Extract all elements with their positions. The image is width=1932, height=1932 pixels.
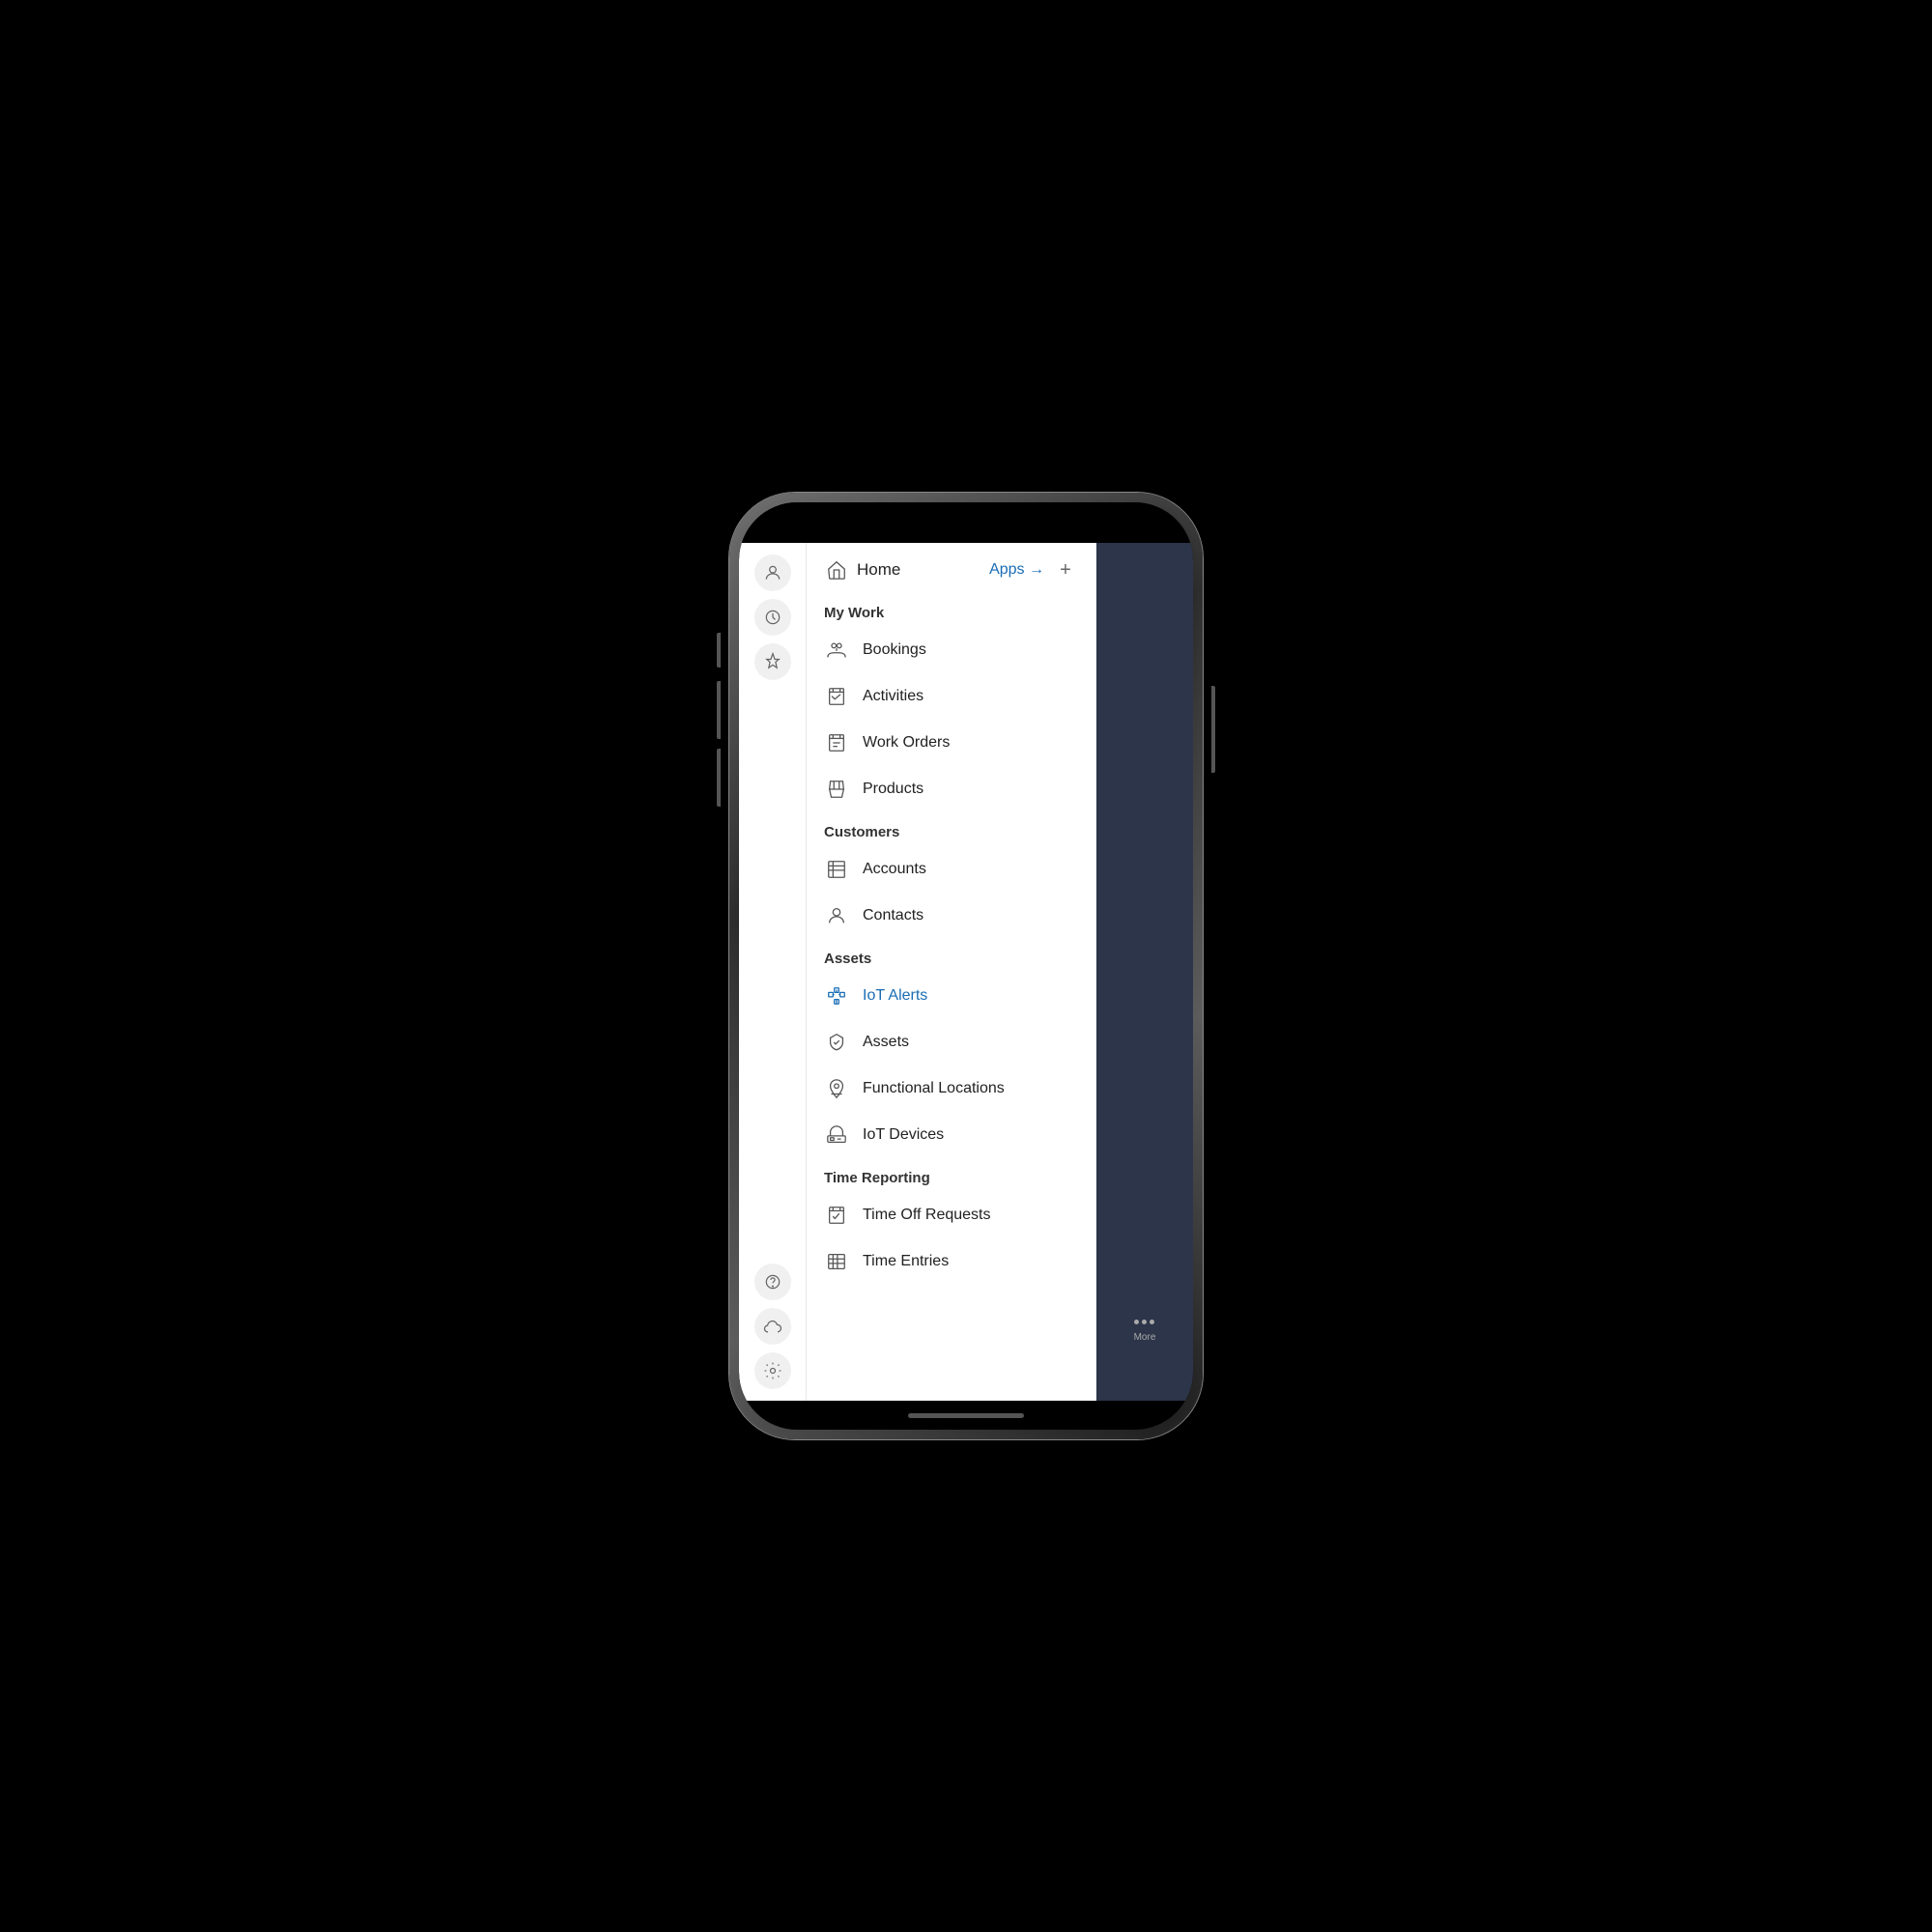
person-icon — [763, 563, 782, 582]
menu-item-work-orders[interactable]: Work Orders — [807, 720, 1096, 766]
products-icon-wrap — [824, 777, 849, 802]
contacts-icon-wrap — [824, 903, 849, 928]
menu-item-functional-locations[interactable]: Functional Locations — [807, 1065, 1096, 1112]
menu-item-products[interactable]: Products — [807, 766, 1096, 812]
apps-link[interactable]: Apps → — [989, 561, 1044, 579]
sidebar-pin-icon[interactable] — [754, 643, 791, 680]
more-label[interactable]: More — [1134, 1332, 1156, 1343]
menu-item-bookings[interactable]: Bookings — [807, 627, 1096, 673]
bookings-label: Bookings — [863, 641, 926, 659]
menu-item-iot-devices[interactable]: IoT Devices — [807, 1112, 1096, 1158]
time-entries-icon — [826, 1251, 847, 1272]
menu-item-accounts[interactable]: Accounts — [807, 846, 1096, 893]
section-time-reporting: Time Reporting — [807, 1158, 1096, 1192]
sidebar-cloud-icon[interactable] — [754, 1308, 791, 1345]
home-indicator-bar — [739, 1401, 1193, 1430]
power-button[interactable] — [1211, 686, 1215, 773]
right-panel: More — [1096, 543, 1193, 1401]
volume-up-button[interactable] — [717, 681, 721, 739]
products-label: Products — [863, 781, 923, 798]
dots-menu — [1134, 1320, 1154, 1324]
sidebar-settings-icon[interactable] — [754, 1352, 791, 1389]
activities-icon-wrap — [824, 684, 849, 709]
time-entries-label: Time Entries — [863, 1253, 949, 1270]
menu-item-time-off-requests[interactable]: Time Off Requests — [807, 1192, 1096, 1238]
screen-content: Home Apps → + My Work — [739, 502, 1193, 1430]
volume-down-button[interactable] — [717, 749, 721, 807]
functional-locations-icon-wrap — [824, 1076, 849, 1101]
dot3 — [1150, 1320, 1154, 1324]
functional-locations-label: Functional Locations — [863, 1080, 1005, 1097]
work-orders-icon — [826, 732, 847, 753]
accounts-icon — [826, 859, 847, 880]
products-icon — [826, 779, 847, 800]
menu-item-contacts[interactable]: Contacts — [807, 893, 1096, 939]
activities-icon — [826, 686, 847, 707]
home-label: Home — [857, 560, 981, 580]
right-bottom-area: More — [1134, 1320, 1156, 1401]
notch — [898, 502, 1034, 529]
home-icon-wrap — [824, 557, 849, 582]
dot2 — [1142, 1320, 1147, 1324]
iot-devices-icon-wrap — [824, 1122, 849, 1148]
phone-frame: Home Apps → + My Work — [729, 493, 1203, 1439]
pin-icon — [763, 652, 782, 671]
menu-home-row[interactable]: Home Apps → + — [807, 543, 1096, 593]
bookings-icon — [826, 639, 847, 661]
plus-button[interactable]: + — [1052, 556, 1079, 583]
iot-devices-icon — [826, 1124, 847, 1146]
iot-alerts-icon — [826, 985, 847, 1007]
notch-bar — [739, 502, 1193, 543]
phone-screen: Home Apps → + My Work — [739, 502, 1193, 1430]
assets-icon — [826, 1032, 847, 1053]
sidebar — [739, 543, 807, 1401]
dot1 — [1134, 1320, 1139, 1324]
menu-item-assets[interactable]: Assets — [807, 1019, 1096, 1065]
contacts-label: Contacts — [863, 907, 923, 924]
menu-item-activities[interactable]: Activities — [807, 673, 1096, 720]
section-assets: Assets — [807, 939, 1096, 973]
sidebar-person-icon[interactable] — [754, 554, 791, 591]
help-icon — [763, 1272, 782, 1292]
time-off-requests-label: Time Off Requests — [863, 1207, 991, 1224]
cloud-icon — [763, 1317, 782, 1336]
iot-alerts-label: IoT Alerts — [863, 987, 927, 1005]
sidebar-help-icon[interactable] — [754, 1264, 791, 1300]
iot-alerts-icon-wrap — [824, 983, 849, 1009]
work-orders-icon-wrap — [824, 730, 849, 755]
menu-item-iot-alerts[interactable]: IoT Alerts — [807, 973, 1096, 1019]
section-my-work: My Work — [807, 593, 1096, 627]
work-orders-label: Work Orders — [863, 734, 950, 752]
content-area: Home Apps → + My Work — [739, 543, 1193, 1401]
home-indicator — [908, 1413, 1024, 1418]
time-entries-icon-wrap — [824, 1249, 849, 1274]
assets-label: Assets — [863, 1034, 909, 1051]
contacts-icon — [826, 905, 847, 926]
iot-devices-label: IoT Devices — [863, 1126, 944, 1144]
accounts-icon-wrap — [824, 857, 849, 882]
functional-locations-icon — [826, 1078, 847, 1099]
bookings-icon-wrap — [824, 638, 849, 663]
time-off-requests-icon-wrap — [824, 1203, 849, 1228]
accounts-label: Accounts — [863, 861, 926, 878]
home-icon — [826, 559, 847, 581]
section-customers: Customers — [807, 812, 1096, 846]
mute-button[interactable] — [717, 633, 721, 668]
settings-icon — [763, 1361, 782, 1380]
time-off-requests-icon — [826, 1205, 847, 1226]
sidebar-clock-icon[interactable] — [754, 599, 791, 636]
assets-icon-wrap — [824, 1030, 849, 1055]
clock-icon — [763, 608, 782, 627]
activities-label: Activities — [863, 688, 923, 705]
menu-area: Home Apps → + My Work — [807, 543, 1096, 1401]
menu-item-time-entries[interactable]: Time Entries — [807, 1238, 1096, 1285]
